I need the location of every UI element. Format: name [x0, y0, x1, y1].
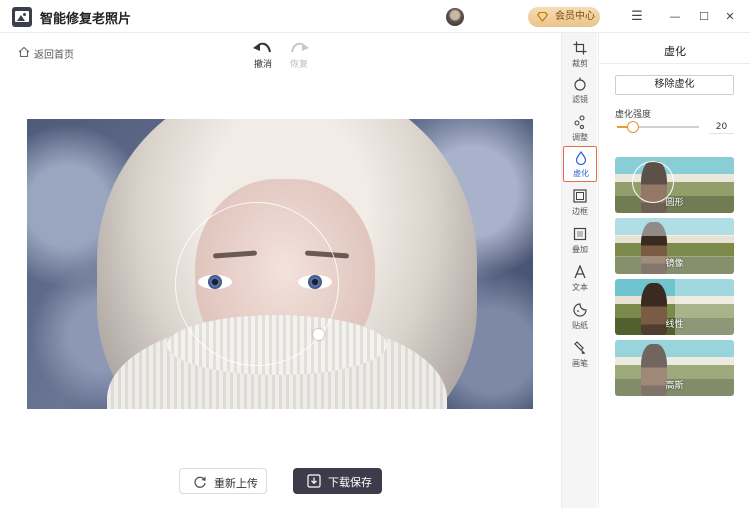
maximize-button[interactable]: ☐	[693, 6, 715, 28]
undo-label: 撤消	[253, 60, 272, 70]
redo-button[interactable]: 恢复	[287, 40, 311, 72]
tool-label: 虚化	[573, 169, 589, 178]
tool-sticker[interactable]: 贴纸	[563, 299, 597, 335]
app-logo-icon	[12, 7, 32, 27]
tool-label: 文本	[572, 283, 588, 292]
tool-frame[interactable]: 边框	[563, 185, 597, 221]
tool-filter[interactable]: 滤镜	[563, 73, 597, 109]
blur-mode-label: 高斯	[665, 381, 684, 391]
app-title: 智能修复老照片	[40, 12, 132, 27]
blur-circle-resize-handle[interactable]	[313, 329, 324, 340]
blur-settings-panel: 虚化 移除虚化 虚化强度 20 圆形 镜像 线性 高斯	[598, 33, 750, 508]
tool-crop[interactable]: 裁剪	[563, 37, 597, 73]
reupload-label: 重新上传	[214, 477, 258, 490]
home-icon	[18, 46, 30, 58]
user-avatar[interactable]	[446, 8, 464, 26]
vip-center-label: 会员中心	[555, 11, 595, 22]
blur-mode-mirror[interactable]: 镜像	[615, 218, 734, 274]
tool-text[interactable]: 文本	[563, 261, 597, 297]
tool-overlay[interactable]: 叠加	[563, 223, 597, 259]
blur-mode-label: 镜像	[665, 259, 684, 269]
panel-divider	[599, 63, 750, 64]
remove-blur-button[interactable]: 移除虚化	[615, 75, 734, 95]
tool-label: 滤镜	[572, 95, 588, 104]
blur-mode-label: 圆形	[665, 198, 684, 208]
panel-title: 虚化	[664, 45, 686, 58]
brush-icon	[574, 341, 586, 354]
blur-circle-overlay[interactable]	[175, 202, 339, 366]
tool-label: 贴纸	[572, 321, 588, 330]
download-icon	[307, 474, 321, 488]
reupload-button[interactable]: 重新上传	[179, 468, 267, 494]
blur-mode-gaussian[interactable]: 高斯	[615, 340, 734, 396]
tool-label: 画笔	[572, 359, 588, 368]
download-save-button[interactable]: 下载保存	[293, 468, 382, 494]
adjust-icon	[574, 115, 585, 129]
crop-icon	[573, 41, 587, 55]
blur-strength-value[interactable]: 20	[709, 120, 734, 134]
tool-label: 裁剪	[572, 59, 588, 68]
tool-label: 边框	[572, 207, 588, 216]
download-save-label: 下载保存	[328, 476, 372, 489]
back-home-label: 返回首页	[34, 50, 74, 61]
tool-strip: 裁剪 滤镜 调整 虚化 边框 叠加 文本 贴纸 画笔	[561, 33, 597, 508]
undo-button[interactable]: 撤消	[251, 40, 275, 72]
overlay-icon	[573, 227, 587, 241]
slider-thumb[interactable]	[627, 121, 640, 133]
close-button[interactable]: ✕	[719, 6, 741, 28]
menu-icon[interactable]: ☰	[626, 6, 648, 28]
blur-strength-label: 虚化强度	[615, 110, 652, 120]
undo-icon	[253, 42, 271, 53]
tool-label: 调整	[572, 133, 588, 142]
blur-strength-slider[interactable]	[617, 121, 699, 133]
text-icon	[574, 265, 586, 279]
tool-blur[interactable]: 虚化	[563, 146, 597, 182]
minimize-button[interactable]: —	[664, 6, 686, 28]
diamond-icon	[537, 12, 548, 22]
frame-icon	[573, 189, 587, 203]
photo-canvas[interactable]	[27, 119, 533, 409]
sticker-icon	[573, 303, 587, 317]
vip-center-button[interactable]: 会员中心	[528, 7, 600, 27]
redo-label: 恢复	[289, 60, 308, 70]
blur-mode-circle[interactable]: 圆形	[615, 157, 734, 213]
tool-adjust[interactable]: 调整	[563, 111, 597, 147]
redo-icon	[291, 42, 309, 53]
filter-icon	[574, 77, 586, 91]
blur-drop-icon	[575, 151, 587, 165]
blur-mode-linear[interactable]: 线性	[615, 279, 734, 335]
blur-mode-label: 线性	[665, 320, 684, 330]
tool-label: 叠加	[572, 245, 588, 254]
refresh-icon	[194, 476, 206, 488]
title-bar: 智能修复老照片 会员中心 ☰ — ☐ ✕	[0, 0, 750, 33]
tool-brush[interactable]: 画笔	[563, 337, 597, 373]
